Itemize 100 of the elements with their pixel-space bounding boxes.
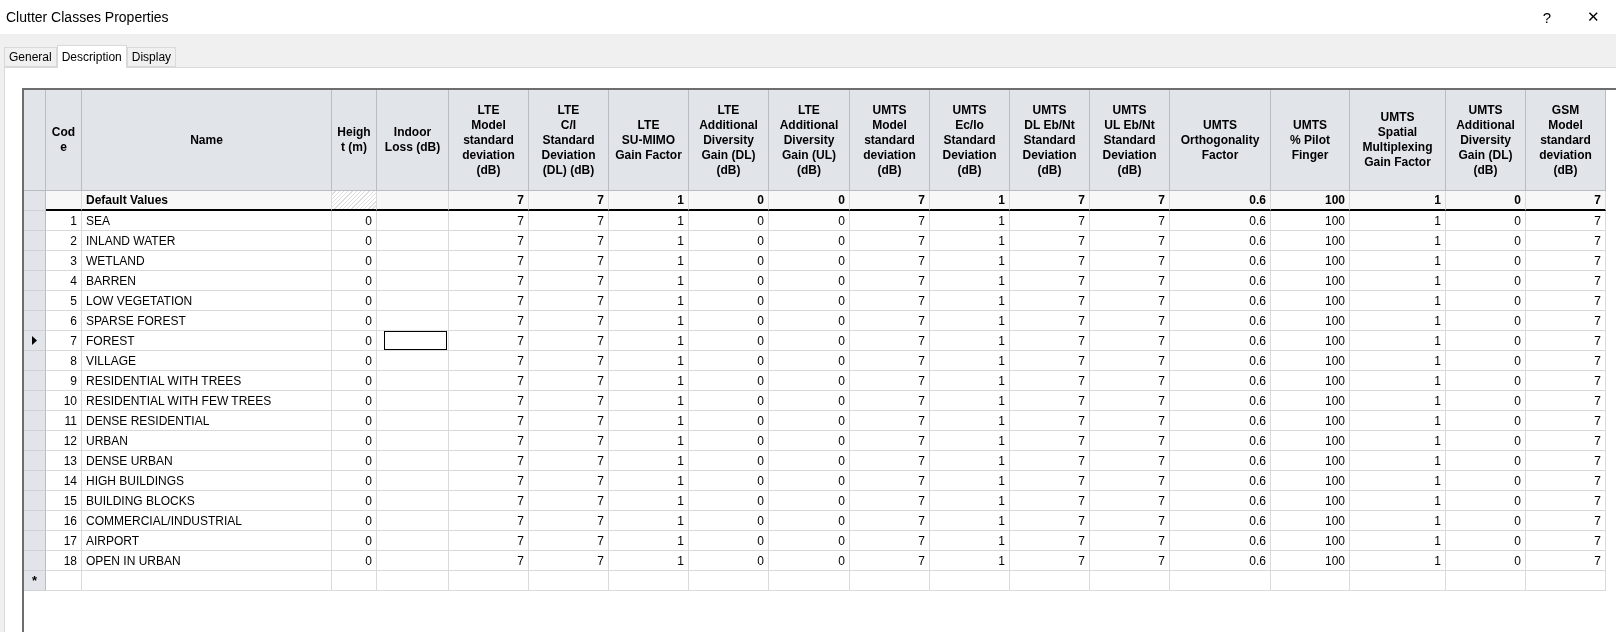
- table-cell: 7: [449, 551, 529, 571]
- table-cell: 7: [850, 251, 930, 271]
- table-cell: 7: [850, 391, 930, 411]
- column-header[interactable]: LTE SU-MIMO Gain Factor: [609, 90, 689, 191]
- table-cell: 0: [1446, 411, 1526, 431]
- table-cell: 7: [529, 291, 609, 311]
- table-cell: 7: [1090, 251, 1170, 271]
- table-cell: 0.6: [1170, 511, 1271, 531]
- table-cell: 100: [1271, 491, 1350, 511]
- table-cell: 7: [1526, 511, 1606, 531]
- tab[interactable]: General: [4, 47, 57, 67]
- table-cell: 0: [332, 391, 377, 411]
- table-cell: 0: [689, 431, 769, 451]
- table-cell: 7: [449, 291, 529, 311]
- close-button[interactable]: ✕: [1570, 0, 1616, 34]
- table-cell: 7: [529, 471, 609, 491]
- column-header[interactable]: UMTS DL Eb/Nt Standard Deviation (dB): [1010, 90, 1090, 191]
- table-cell: 0: [689, 211, 769, 231]
- table-cell: 7: [1526, 411, 1606, 431]
- focused-cell[interactable]: [384, 331, 447, 350]
- table-cell: 0.6: [1170, 531, 1271, 551]
- table-cell: 1: [609, 431, 689, 451]
- table-cell: 1: [609, 551, 689, 571]
- table-cell: 0: [1446, 431, 1526, 451]
- column-header[interactable]: UMTS Ec/Io Standard Deviation (dB): [930, 90, 1010, 191]
- table-cell: 1: [609, 531, 689, 551]
- column-header[interactable]: Heigh t (m): [332, 90, 377, 191]
- table-cell: 1: [1350, 211, 1446, 231]
- column-header[interactable]: Cod e: [46, 90, 82, 191]
- table-cell: 7: [1090, 411, 1170, 431]
- table-cell: 7: [1526, 211, 1606, 231]
- table-cell: 0: [769, 351, 850, 371]
- table-cell: 100: [1271, 331, 1350, 351]
- table-cell: 7: [1526, 471, 1606, 491]
- table-cell: 0: [1446, 231, 1526, 251]
- table-cell: 0: [332, 511, 377, 531]
- table-cell: 0: [1446, 331, 1526, 351]
- column-header[interactable]: UMTS Orthogonality Factor: [1170, 90, 1271, 191]
- column-header[interactable]: Name: [82, 90, 332, 191]
- help-button[interactable]: ?: [1524, 0, 1570, 34]
- table-cell: 0: [332, 351, 377, 371]
- tab[interactable]: Description: [56, 45, 127, 68]
- table-cell: 0.6: [1170, 431, 1271, 451]
- table-cell: 1: [609, 251, 689, 271]
- table-cell: 0: [332, 331, 377, 351]
- column-header[interactable]: UMTS Additional Diversity Gain (DL) (dB): [1446, 90, 1526, 191]
- table-cell: 0: [1446, 391, 1526, 411]
- column-header[interactable]: LTE Model standard deviation (dB): [449, 90, 529, 191]
- table-cell: 100: [1271, 511, 1350, 531]
- table-cell: 7: [529, 411, 609, 431]
- table-cell: 1: [1350, 311, 1446, 331]
- table-cell: 1: [930, 511, 1010, 531]
- table-cell: 1: [1350, 531, 1446, 551]
- table-cell: 0: [332, 291, 377, 311]
- column-header[interactable]: GSM Model standard deviation (dB): [1526, 90, 1606, 191]
- table-cell: 1: [609, 371, 689, 391]
- table-cell: 7: [1526, 191, 1606, 211]
- column-header[interactable]: LTE C/I Standard Deviation (DL) (dB): [529, 90, 609, 191]
- table-cell: 0: [769, 511, 850, 531]
- column-header[interactable]: UMTS % Pilot Finger: [1271, 90, 1350, 191]
- table-cell: 1: [930, 471, 1010, 491]
- column-header[interactable]: LTE Additional Diversity Gain (DL) (dB): [689, 90, 769, 191]
- table-cell: 0: [769, 531, 850, 551]
- table-cell: 1: [1350, 371, 1446, 391]
- row-header[interactable]: [24, 331, 46, 351]
- table-cell: WETLAND: [82, 251, 332, 271]
- column-header[interactable]: UMTS Spatial Multiplexing Gain Factor: [1350, 90, 1446, 191]
- table-cell: 0.6: [1170, 251, 1271, 271]
- table-cell: 1: [609, 471, 689, 491]
- table-cell: 1: [1350, 271, 1446, 291]
- table-cell: 7: [850, 451, 930, 471]
- table-cell: 0.6: [1170, 331, 1271, 351]
- table-cell: 7: [850, 311, 930, 331]
- table-cell: 1: [930, 551, 1010, 571]
- row-header[interactable]: *: [24, 571, 46, 591]
- column-header[interactable]: UMTS UL Eb/Nt Standard Deviation (dB): [1090, 90, 1170, 191]
- table-cell: 0.6: [1170, 491, 1271, 511]
- tab[interactable]: Display: [126, 47, 177, 67]
- table-cell: 7: [449, 411, 529, 431]
- table-cell: 7: [449, 511, 529, 531]
- table-cell: 7: [1010, 391, 1090, 411]
- table-cell: 7: [1010, 411, 1090, 431]
- table-cell: 7: [529, 451, 609, 471]
- table-cell: 0.6: [1170, 211, 1271, 231]
- table-cell: 0: [1446, 531, 1526, 551]
- column-header[interactable]: LTE Additional Diversity Gain (UL) (dB): [769, 90, 850, 191]
- column-header[interactable]: UMTS Model standard deviation (dB): [850, 90, 930, 191]
- table-cell: 7: [449, 491, 529, 511]
- table-cell: 0: [1446, 291, 1526, 311]
- table-cell: 0: [689, 311, 769, 331]
- table-cell: 0: [769, 271, 850, 291]
- table-cell: 0: [1446, 451, 1526, 471]
- table-cell: 7: [1526, 311, 1606, 331]
- table-cell: 7: [1090, 271, 1170, 291]
- table-cell: 0: [689, 291, 769, 311]
- table-cell: 7: [529, 491, 609, 511]
- column-header[interactable]: Indoor Loss (dB): [377, 90, 449, 191]
- table-cell: 0: [689, 271, 769, 291]
- table-cell: 7: [1526, 331, 1606, 351]
- table-cell: 1: [1350, 511, 1446, 531]
